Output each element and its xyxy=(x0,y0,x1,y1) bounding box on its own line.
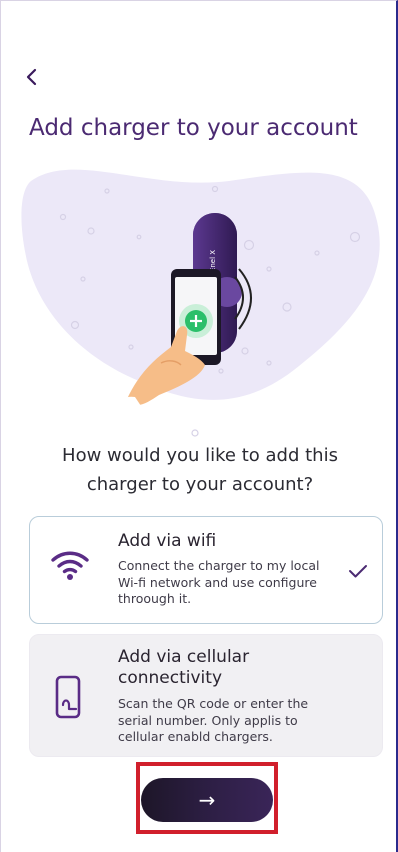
option-wifi-description: Connect the charger to my local Wi-fi ne… xyxy=(118,558,320,606)
charger-brand-label: Enel X xyxy=(209,250,217,272)
phone-icon xyxy=(55,675,81,719)
option-cellular-title-line-2: connectivity xyxy=(118,668,223,688)
wifi-icon xyxy=(51,551,89,580)
chevron-left-icon xyxy=(26,68,37,86)
back-button[interactable] xyxy=(25,67,45,89)
option-cellular-title-line-1: Add via cellular xyxy=(118,647,250,667)
question-line-1: How would you like to add this xyxy=(62,445,338,466)
charger-illustration: Enel X xyxy=(21,169,380,437)
checkmark-icon xyxy=(349,565,367,578)
option-add-via-cellular[interactable]: Add via cellular connectivity Scan the Q… xyxy=(29,634,383,757)
option-cellular-description: Scan the QR code or enter the serial num… xyxy=(118,696,309,744)
option-add-via-wifi[interactable]: Add via wifi Connect the charger to my l… xyxy=(29,516,383,624)
option-wifi-title: Add via wifi xyxy=(118,531,217,551)
question-text: How would you like to add this charger t… xyxy=(31,441,369,499)
next-button[interactable]: → xyxy=(141,778,273,822)
question-line-2: charger to your account? xyxy=(86,474,314,495)
screen: Add charger to your account Enel X How w… xyxy=(0,0,398,852)
option-cellular-title: Add via cellular connectivity xyxy=(118,647,328,689)
page-title: Add charger to your account xyxy=(29,115,358,141)
arrow-right-icon: → xyxy=(198,788,216,812)
